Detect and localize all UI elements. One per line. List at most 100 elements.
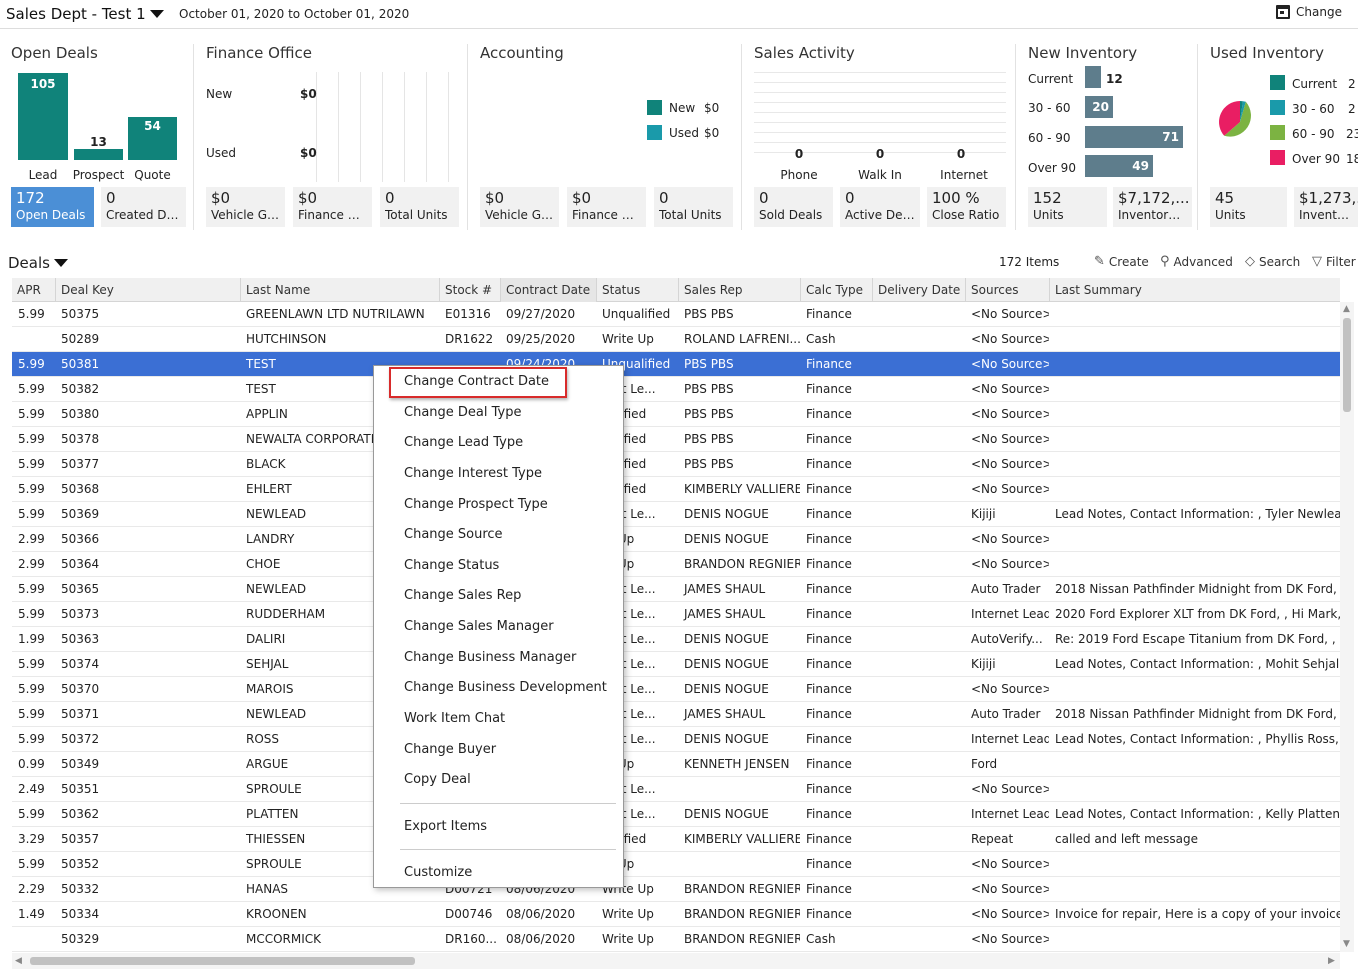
table-row[interactable]: 3.29 50357 THIESSEN ualified KIMBERLY VALLIE… xyxy=(12,827,1340,852)
menu-item-change-sales-rep[interactable]: Change Sales Rep xyxy=(404,588,521,603)
table-row[interactable]: 2.49 50351 SPROULE rnet Le... Finance <No Sou… xyxy=(12,777,1340,802)
table-row[interactable]: 0.9950349ARGUEte UpKENNETH JENSENFinance… xyxy=(12,752,1340,777)
calendar-icon xyxy=(1276,5,1291,19)
acct-finance-gross-tile[interactable]: $0 Finance Gr... xyxy=(567,187,646,227)
table-row[interactable]: 5.99 50373 RUDDERHAM rnet Le... JAMES SHAUL F… xyxy=(12,602,1340,627)
menu-item-change-business-manager[interactable]: Change Business Manager xyxy=(404,650,576,665)
sold-deals-tile[interactable]: 0 Sold Deals xyxy=(754,187,833,227)
table-row[interactable]: 50329 MCCORMICK DR160... 08/06/2020 Write Up… xyxy=(12,927,1340,952)
search-button[interactable]: ◇ Search xyxy=(1245,254,1300,269)
menu-item-change-prospect-type[interactable]: Change Prospect Type xyxy=(404,497,548,512)
filter-button[interactable]: ▽ Filter xyxy=(1312,254,1356,269)
table-row[interactable]: 5.99 50370 MAROIS rnet Le... DENIS NOGUE Fina… xyxy=(12,677,1340,702)
table-row[interactable]: 5.99 50365 NEWLEAD rnet Le... JAMES SHAUL Fin… xyxy=(12,577,1340,602)
table-row[interactable]: 50289 HUTCHINSON DR1622 09/25/2020 Write Up R… xyxy=(12,327,1340,352)
vertical-scrollbar[interactable]: ▲ ▼ xyxy=(1340,302,1354,952)
cell-last-name: GREENLAWN LTD NUTRILAWN xyxy=(246,307,425,321)
column-header-sources[interactable]: Sources xyxy=(965,278,1049,302)
scroll-down-icon[interactable]: ▼ xyxy=(1343,939,1350,949)
table-row[interactable]: 5.99 50381 TEST 09/24/2020 Unqualified PBS PB… xyxy=(12,352,1340,377)
menu-item-change-status[interactable]: Change Status xyxy=(404,558,499,573)
created-deals-tile[interactable]: 0 Created Deals xyxy=(101,187,186,227)
vertical-scroll-thumb[interactable] xyxy=(1343,318,1351,412)
cell-delivery-date xyxy=(872,627,965,651)
menu-item-change-lead-type[interactable]: Change Lead Type xyxy=(404,435,523,450)
horizontal-scrollbar[interactable]: ◀ ▶ xyxy=(12,953,1340,969)
column-header-stock[interactable]: Stock # xyxy=(439,278,500,302)
acct-total-units-tile[interactable]: 0 Total Units xyxy=(654,187,733,227)
menu-item-change-interest-type[interactable]: Change Interest Type xyxy=(404,466,542,481)
column-header-status[interactable]: Status xyxy=(596,278,678,302)
new-inventory-title: New Inventory xyxy=(1028,44,1138,62)
inv-60-90-bar[interactable]: 71 xyxy=(1085,126,1183,148)
advanced-button[interactable]: ⚲ Advanced xyxy=(1160,254,1233,269)
open-deals-tile[interactable]: 172 Open Deals xyxy=(11,187,94,227)
table-row[interactable]: 2.9950366LANDRYte UpDENIS NOGUEFinance<N… xyxy=(12,527,1340,552)
column-header-calc-type[interactable]: Calc Type xyxy=(800,278,872,302)
cell-delivery-date xyxy=(872,702,965,726)
inv-30-60-bar[interactable]: 20 xyxy=(1085,96,1113,118)
close-ratio-tile[interactable]: 100 % Close Ratio xyxy=(927,187,1006,227)
deals-view-selector[interactable]: Deals xyxy=(8,254,68,272)
active-deals-tile[interactable]: 0 Active Deals xyxy=(840,187,920,227)
inv-current-bar[interactable] xyxy=(1085,66,1101,88)
menu-item-export-items[interactable]: Export Items xyxy=(404,819,487,834)
used-units-tile[interactable]: 45 Units xyxy=(1210,187,1287,227)
scroll-up-icon[interactable]: ▲ xyxy=(1343,304,1350,314)
inv-over-90-bar[interactable]: 49 xyxy=(1085,155,1153,177)
table-row[interactable]: 2.9950364CHOEte UpBRANDON REGNIERFinance… xyxy=(12,552,1340,577)
quote-bar[interactable]: 54 xyxy=(128,117,177,160)
cell-delivery-date xyxy=(872,652,965,676)
menu-item-change-source[interactable]: Change Source xyxy=(404,527,503,542)
table-row[interactable]: 5.99 50372 ROSS rnet Le... DENIS NOGUE Financ… xyxy=(12,727,1340,752)
menu-item-change-sales-manager[interactable]: Change Sales Manager xyxy=(404,619,554,634)
menu-item-change-buyer[interactable]: Change Buyer xyxy=(404,742,496,757)
acct-vehicle-gross-tile[interactable]: $0 Vehicle Gross xyxy=(480,187,559,227)
scroll-left-icon[interactable]: ◀ xyxy=(15,956,22,966)
table-row[interactable]: 5.9950352SPROULEte UpFinance<No Source> xyxy=(12,852,1340,877)
menu-item-work-item-chat[interactable]: Work Item Chat xyxy=(404,711,505,726)
table-row[interactable]: 5.99 50362 PLATTEN rnet Le... DENIS NOGUE Fin… xyxy=(12,802,1340,827)
total-units-tile[interactable]: 0 Total Units xyxy=(380,187,459,227)
table-row[interactable]: 5.99 50380 APPLIN ualified PBS PBS Finance <No… xyxy=(12,402,1340,427)
tile-label: Created Deals xyxy=(106,208,181,222)
column-header-last-name[interactable]: Last Name xyxy=(240,278,439,302)
dashboard-selector[interactable]: Sales Dept - Test 1 xyxy=(6,5,164,23)
table-row[interactable]: 5.99 50368 EHLERT ualified KIMBERLY VALLIERE… xyxy=(12,477,1340,502)
column-header-apr[interactable]: APR xyxy=(12,278,55,302)
menu-item-customize[interactable]: Customize xyxy=(404,865,472,880)
prospect-bar[interactable] xyxy=(74,149,123,160)
used-inventory-value-tile[interactable]: $1,273,... Inventory V xyxy=(1294,187,1358,227)
create-label: Create xyxy=(1108,254,1149,269)
create-button[interactable]: ✎ Create xyxy=(1094,254,1149,269)
menu-item-change-contract-date[interactable]: Change Contract Date xyxy=(404,374,549,389)
used-inventory-pie[interactable] xyxy=(1218,100,1262,144)
lead-bar[interactable]: 105 xyxy=(18,73,68,160)
table-row[interactable]: 5.99 50382 TEST rnet Le... PBS PBS Finance <No… xyxy=(12,377,1340,402)
table-row[interactable]: 5.99 50371 NEWLEAD rnet Le... JAMES SHAUL Fin… xyxy=(12,702,1340,727)
column-header-delivery-date[interactable]: Delivery Date xyxy=(872,278,965,302)
menu-item-copy-deal[interactable]: Copy Deal xyxy=(404,772,471,787)
menu-item-change-deal-type[interactable]: Change Deal Type xyxy=(404,405,521,420)
table-row[interactable]: 5.99 50374 SEHJAL rnet Le... DENIS NOGUE Fina… xyxy=(12,652,1340,677)
menu-item-change-business-development[interactable]: Change Business Development xyxy=(404,680,607,695)
horizontal-scroll-thumb[interactable] xyxy=(30,957,415,965)
table-row[interactable]: 5.99 50375 GREENLAWN LTD NUTRILAWN E01316 09… xyxy=(12,302,1340,327)
column-header-deal-key[interactable]: Deal Key xyxy=(55,278,240,302)
finance-gross-tile[interactable]: $0 Finance Gr... xyxy=(293,187,372,227)
table-row[interactable]: 5.99 50378 NEWALTA CORPORATIO ualified PBS P… xyxy=(12,427,1340,452)
change-date-button[interactable]: Change xyxy=(1276,5,1342,19)
table-row[interactable]: 1.99 50363 DALIRI rnet Le... DENIS NOGUE Fina… xyxy=(12,627,1340,652)
scroll-right-icon[interactable]: ▶ xyxy=(1328,956,1335,966)
table-row[interactable]: 1.49 50334 KROONEN D00746 08/06/2020 Write Up… xyxy=(12,902,1340,927)
column-header-last-summary[interactable]: Last Summary xyxy=(1049,278,1340,302)
table-row[interactable]: 5.99 50369 NEWLEAD rnet Le... DENIS NOGUE Fin… xyxy=(12,502,1340,527)
column-header-contract-date[interactable]: Contract Date ↓ xyxy=(500,278,596,302)
column-header-sales-rep[interactable]: Sales Rep xyxy=(678,278,800,302)
prospect-label: Prospect xyxy=(72,168,125,182)
vehicle-gross-tile[interactable]: $0 Vehicle Gross xyxy=(206,187,285,227)
table-row[interactable]: 2.29 50332 HANAS D00721 08/06/2020 Write Up BR… xyxy=(12,877,1340,902)
table-row[interactable]: 5.99 50377 BLACK ualified PBS PBS Finance <No … xyxy=(12,452,1340,477)
new-inventory-value-tile[interactable]: $7,172,... Inventory V... xyxy=(1113,187,1192,227)
new-units-tile[interactable]: 152 Units xyxy=(1028,187,1107,227)
